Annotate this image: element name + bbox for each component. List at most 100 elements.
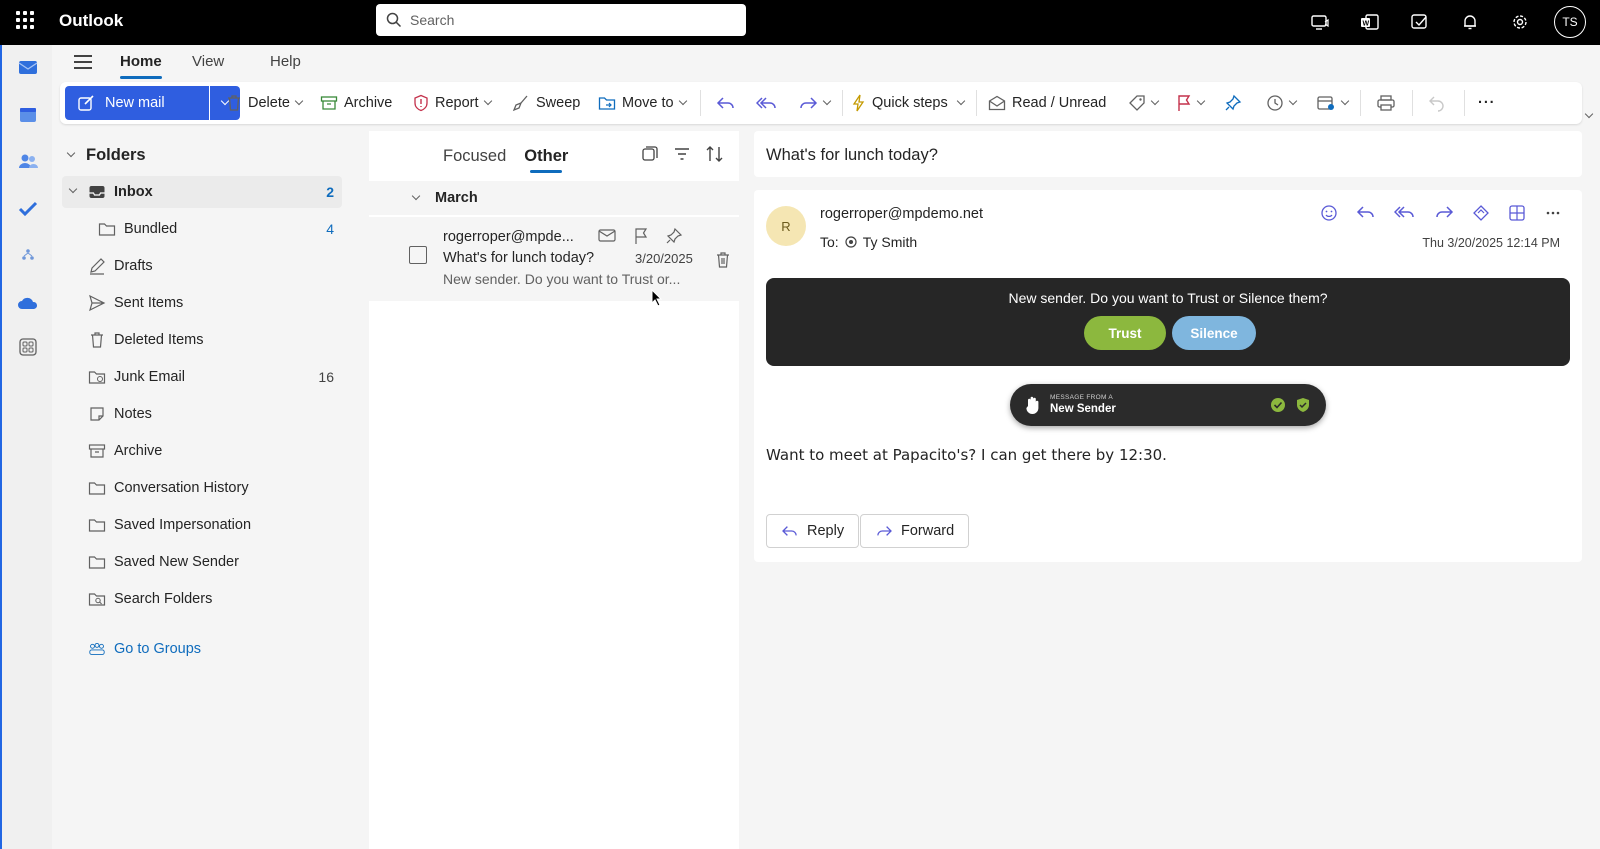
- tag-button[interactable]: [1128, 82, 1160, 124]
- trust-button[interactable]: Trust: [1084, 316, 1166, 350]
- delete-message-icon[interactable]: [715, 251, 731, 272]
- sender-avatar[interactable]: R: [766, 206, 806, 246]
- folders-header[interactable]: Folders: [66, 146, 146, 165]
- flag-icon[interactable]: [633, 227, 649, 248]
- people-icon[interactable]: [14, 147, 42, 175]
- flag-button[interactable]: [1176, 82, 1206, 124]
- unread-count: 2: [326, 184, 334, 200]
- todo-rail-icon[interactable]: [14, 195, 42, 223]
- search-box[interactable]: Search: [376, 4, 746, 36]
- onedrive-icon[interactable]: [14, 289, 42, 317]
- bell-icon[interactable]: [1454, 6, 1486, 38]
- folder-search-folders[interactable]: Search Folders: [62, 583, 342, 615]
- ribbon-collapse-chevron[interactable]: [1584, 104, 1594, 120]
- folder-sent-items[interactable]: Sent Items: [62, 287, 342, 319]
- chevron-down-icon: [1288, 96, 1298, 106]
- mail-icon[interactable]: [14, 53, 42, 81]
- ribbon-tabs: Home View Help: [52, 45, 1600, 80]
- more-icon[interactable]: [1544, 204, 1562, 225]
- meet-now-icon[interactable]: [1304, 6, 1336, 38]
- folder-drafts[interactable]: Drafts: [62, 250, 342, 282]
- quick-steps-button[interactable]: Quick steps: [852, 82, 948, 124]
- reading-pane-subject: What's for lunch today?: [754, 131, 1582, 177]
- apps-icon[interactable]: [14, 333, 42, 361]
- print-button[interactable]: [1376, 82, 1396, 124]
- forward-toolbar-button[interactable]: [798, 82, 832, 124]
- reply-all-toolbar-button[interactable]: [756, 82, 778, 124]
- select-mode-icon[interactable]: [641, 145, 659, 166]
- undo-button[interactable]: [1428, 82, 1446, 124]
- date-group-header[interactable]: March: [369, 181, 739, 215]
- reply-toolbar-button[interactable]: [716, 82, 736, 124]
- groups-icon: [88, 640, 106, 658]
- folder-pane: Folders Inbox 2 Bundled 4 Drafts Sent It…: [52, 130, 352, 849]
- app-name[interactable]: Outlook: [59, 11, 123, 31]
- recipient-name[interactable]: Ty Smith: [863, 234, 917, 250]
- move-to-button[interactable]: Move to: [598, 82, 687, 124]
- folder-deleted-items[interactable]: Deleted Items: [62, 324, 342, 356]
- apps-grid-icon[interactable]: [1508, 204, 1526, 225]
- folder-inbox[interactable]: Inbox 2: [62, 176, 342, 208]
- forward-icon: [877, 526, 892, 536]
- delete-button[interactable]: Delete: [226, 82, 304, 124]
- ribbon-divider: [842, 90, 843, 116]
- gear-icon[interactable]: [1504, 6, 1536, 38]
- filter-icon[interactable]: [673, 145, 691, 166]
- chevron-down-icon: [294, 96, 304, 106]
- rules-button[interactable]: [1316, 82, 1350, 124]
- todo-icon[interactable]: [1404, 6, 1436, 38]
- go-to-groups-link[interactable]: Go to Groups: [62, 633, 342, 665]
- date-group-label: March: [435, 190, 478, 206]
- read-unread-button[interactable]: Read / Unread: [988, 82, 1106, 124]
- reply-icon: [782, 526, 797, 536]
- archive-button[interactable]: Archive: [320, 82, 392, 124]
- forward-button[interactable]: Forward: [860, 514, 970, 548]
- reply-all-icon[interactable]: [1393, 204, 1416, 225]
- reply-label: Reply: [807, 523, 845, 539]
- reply-all-icon: [756, 97, 776, 109]
- forward-icon[interactable]: [1434, 204, 1454, 225]
- folder-conversation-history[interactable]: Conversation History: [62, 472, 342, 504]
- chevron-down-icon: [66, 148, 76, 157]
- app-launcher-icon[interactable]: [16, 11, 34, 29]
- more-options-button[interactable]: ···: [1478, 82, 1496, 124]
- folder-notes[interactable]: Notes: [62, 398, 342, 430]
- folder-icon: [88, 553, 106, 571]
- silence-button[interactable]: Silence: [1172, 316, 1256, 350]
- emoji-react-icon[interactable]: [1320, 204, 1338, 225]
- calendar-icon[interactable]: [14, 101, 42, 129]
- quick-steps-dropdown[interactable]: [956, 82, 966, 124]
- folder-saved-impersonation[interactable]: Saved Impersonation: [62, 509, 342, 541]
- tab-help[interactable]: Help: [270, 53, 301, 70]
- org-icon[interactable]: [14, 241, 42, 269]
- folder-junk-email[interactable]: Junk Email 16: [62, 361, 342, 393]
- folder-label: Junk Email: [114, 369, 185, 385]
- message-list-item[interactable]: rogerroper@mpde... What's for lunch toda…: [369, 217, 739, 301]
- sweep-button[interactable]: Sweep: [512, 82, 580, 124]
- message-sender: rogerroper@mpde...: [443, 229, 574, 245]
- folder-saved-new-sender[interactable]: Saved New Sender: [62, 546, 342, 578]
- word-icon[interactable]: W: [1354, 6, 1386, 38]
- copilot-icon[interactable]: [1472, 204, 1490, 225]
- tab-focused[interactable]: Focused: [443, 147, 506, 166]
- mark-read-icon[interactable]: [597, 227, 617, 248]
- folder-archive[interactable]: Archive: [62, 435, 342, 467]
- tab-view[interactable]: View: [192, 53, 224, 70]
- sort-icon[interactable]: [705, 145, 725, 166]
- folder-bundled[interactable]: Bundled 4: [62, 213, 342, 245]
- pin-icon[interactable]: [665, 227, 683, 248]
- hamburger-menu-icon[interactable]: [74, 55, 92, 73]
- ribbon-divider: [1464, 90, 1465, 116]
- reply-icon[interactable]: [1356, 204, 1376, 225]
- tab-home[interactable]: Home: [120, 53, 162, 79]
- snooze-button[interactable]: [1266, 82, 1298, 124]
- new-mail-button[interactable]: New mail: [65, 86, 209, 120]
- user-avatar[interactable]: TS: [1554, 6, 1586, 38]
- reply-button[interactable]: Reply: [766, 514, 860, 548]
- message-checkbox[interactable]: [409, 246, 427, 264]
- tab-other[interactable]: Other: [524, 147, 568, 173]
- sender-email[interactable]: rogerroper@mpdemo.net: [820, 206, 983, 222]
- broom-icon: [512, 95, 528, 112]
- pin-button[interactable]: [1224, 82, 1242, 124]
- report-button[interactable]: Report: [413, 82, 492, 124]
